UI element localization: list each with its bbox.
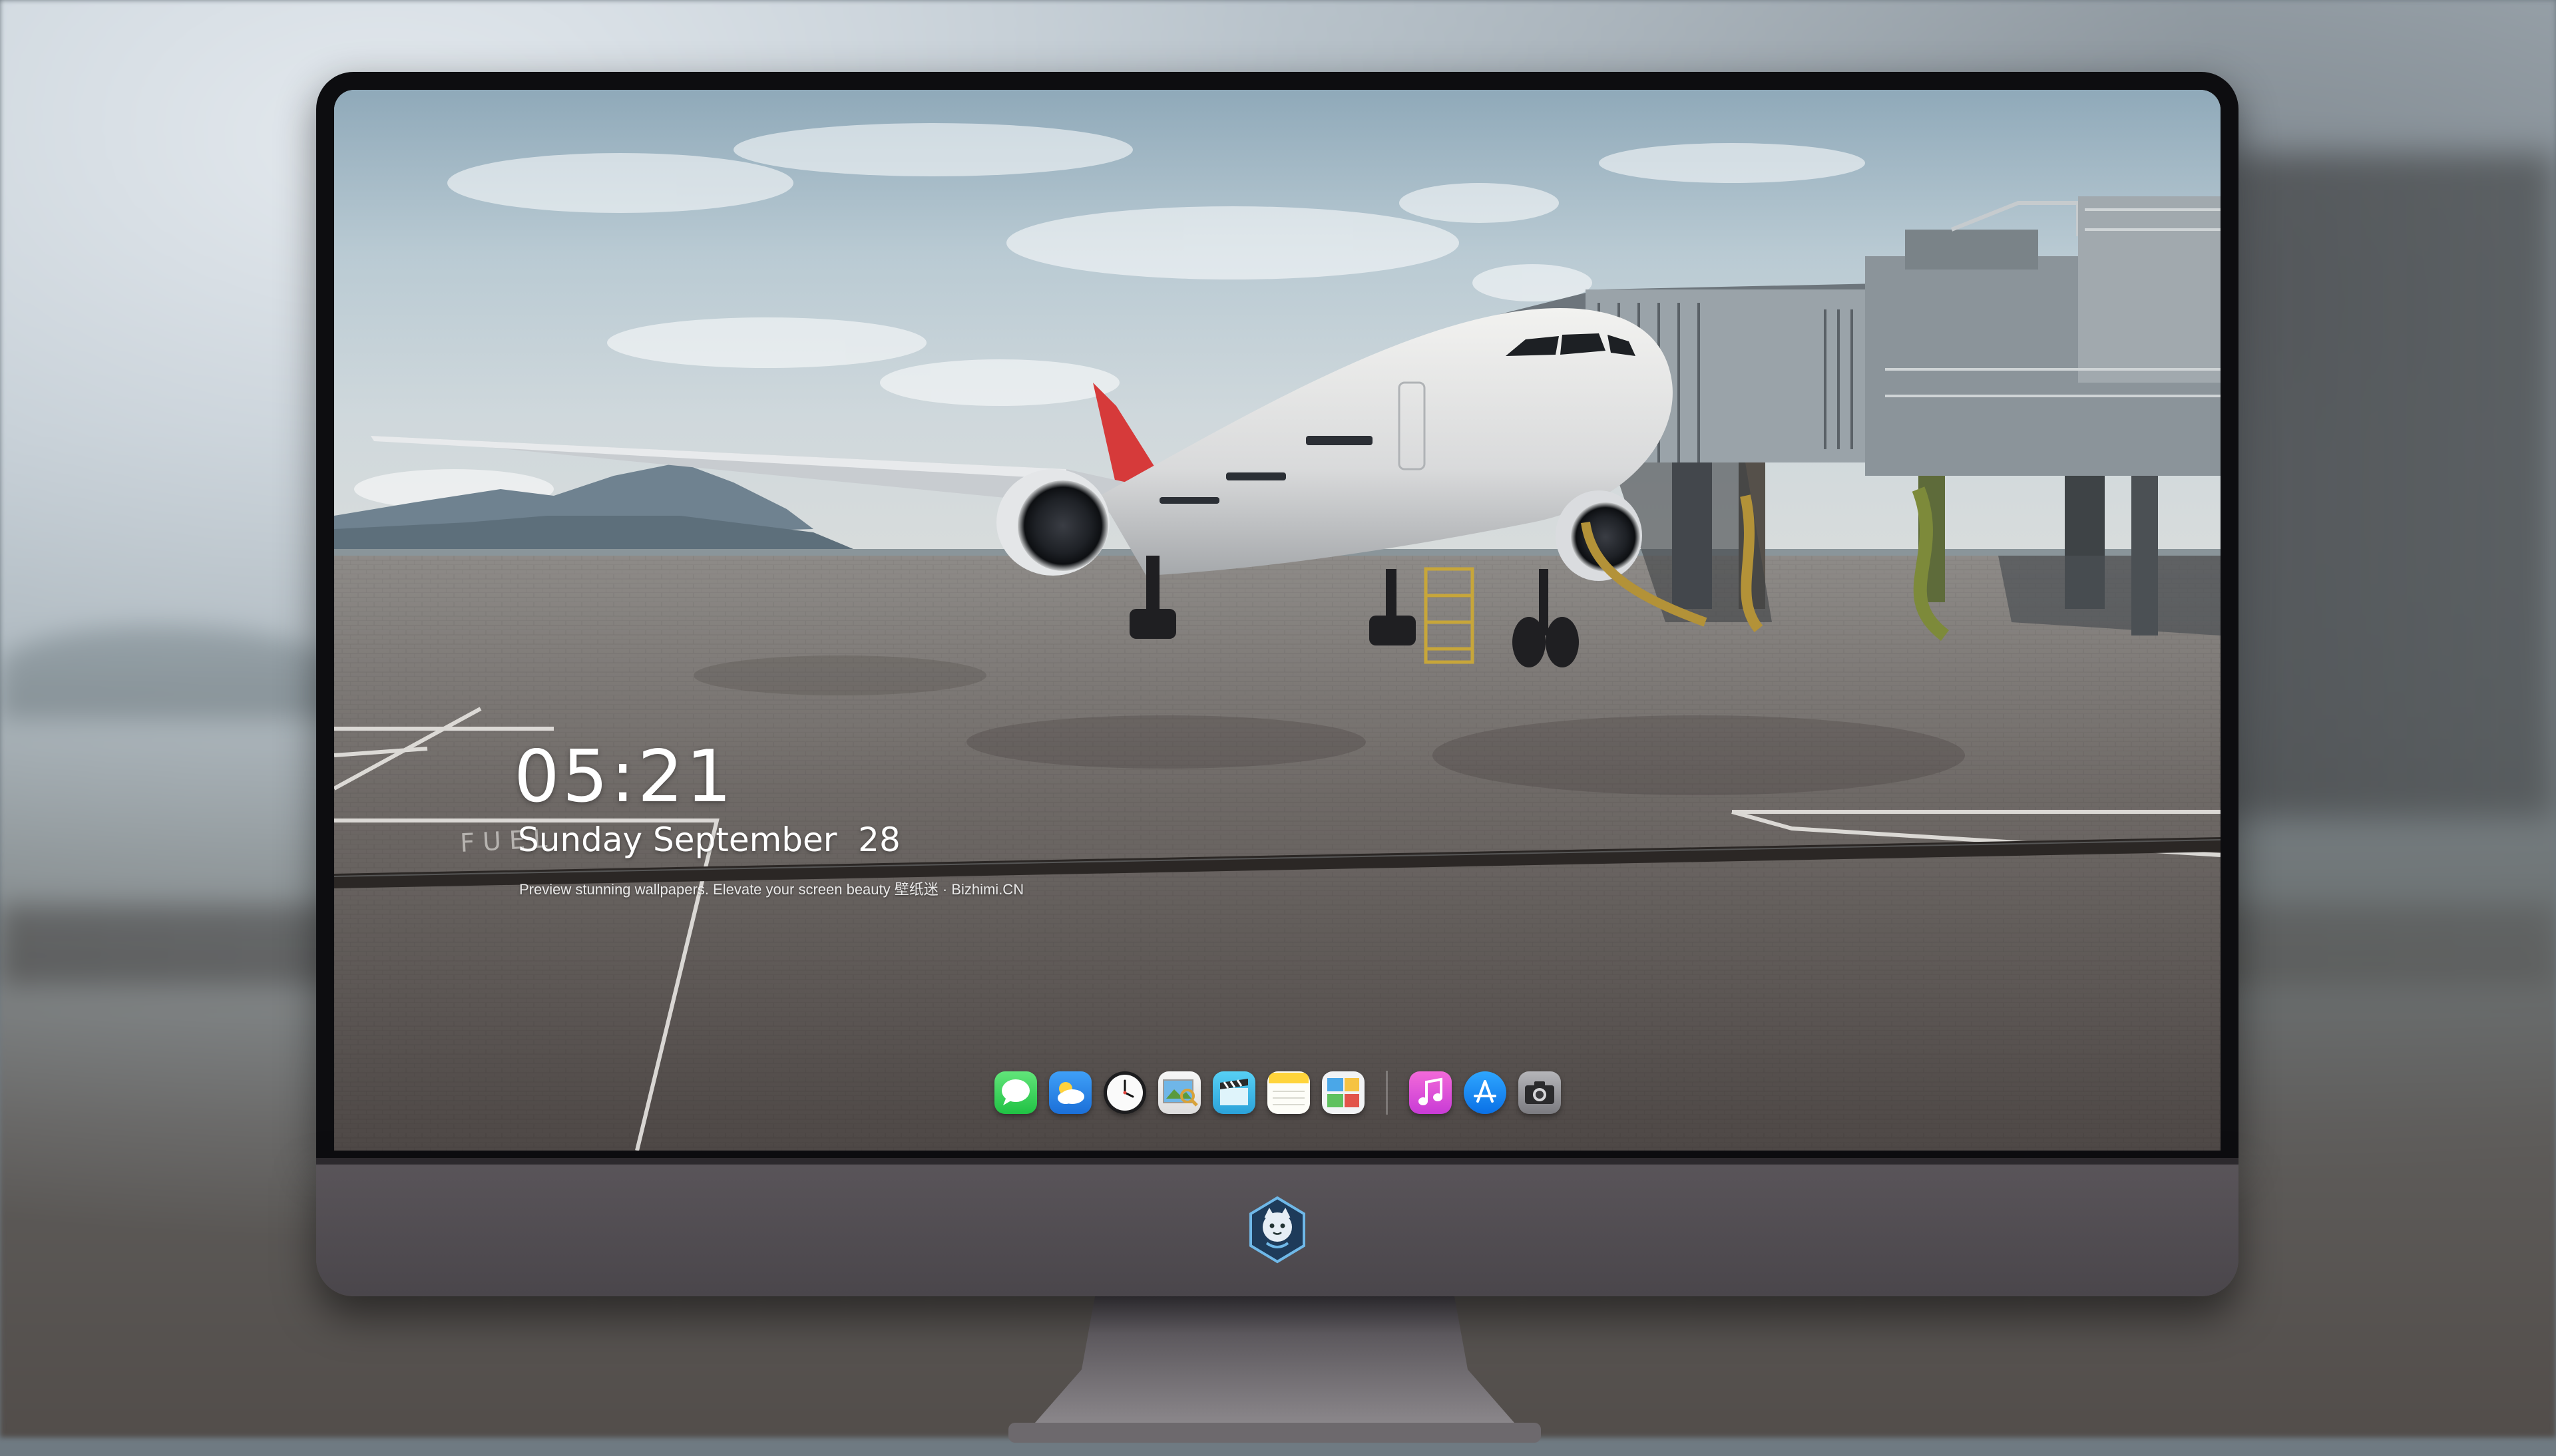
wallpaper-airplane: FUEL <box>334 90 2221 1151</box>
app-store-icon[interactable] <box>1464 1071 1506 1114</box>
backdrop-hills <box>0 626 346 719</box>
preview-icon[interactable] <box>1158 1071 1201 1114</box>
backdrop-jetway <box>2183 153 2556 819</box>
screen[interactable]: FUEL 05:21 Sunday September 28 Preview s… <box>334 90 2221 1151</box>
monitor: FUEL 05:21 Sunday September 28 Preview s… <box>316 72 2238 1443</box>
chin-divider <box>316 1158 2238 1165</box>
notes-icon[interactable] <box>1267 1071 1310 1114</box>
lockscreen-tagline: Preview stunning wallpapers. Elevate you… <box>519 881 1024 898</box>
music-icon[interactable] <box>1409 1071 1452 1114</box>
gallery-icon[interactable] <box>1322 1071 1365 1114</box>
clips-icon[interactable] <box>1213 1071 1255 1114</box>
camera-icon[interactable] <box>1518 1071 1561 1114</box>
messages-icon[interactable] <box>994 1071 1037 1114</box>
lockscreen-date: Sunday September 28 <box>518 820 901 859</box>
dock <box>980 1058 1600 1127</box>
weather-icon[interactable] <box>1049 1071 1092 1114</box>
clock-icon[interactable] <box>1104 1071 1146 1114</box>
monitor-logo-icon <box>1249 1196 1305 1264</box>
lockscreen-clock: 05:21 <box>514 735 735 819</box>
dock-separator <box>1386 1071 1388 1115</box>
monitor-stand <box>1008 1296 1541 1443</box>
